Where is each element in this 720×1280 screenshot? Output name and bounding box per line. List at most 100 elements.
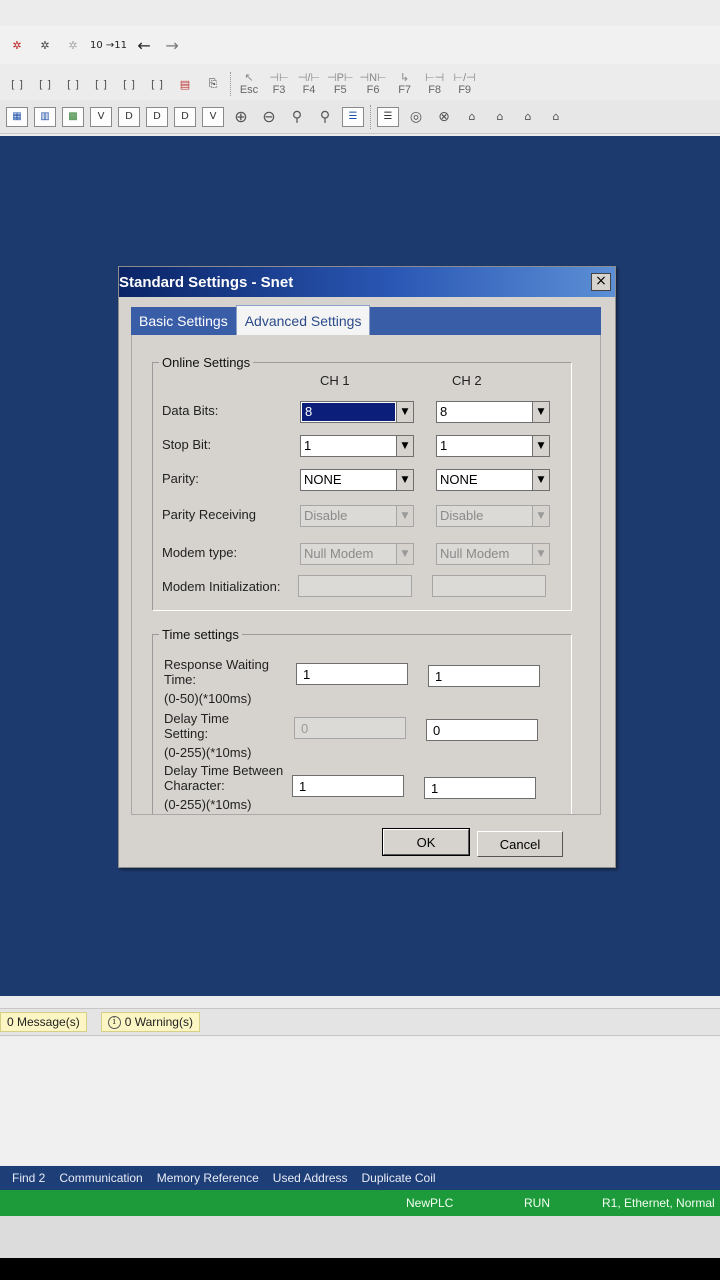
replace-icon[interactable]: ⚲: [314, 106, 336, 128]
dropdown-arrow-icon[interactable]: ▼: [396, 435, 414, 457]
toolbar-row-1: ✲ ✲ ✲ 10 →11 ← →: [0, 26, 720, 64]
contact-button-4[interactable]: [ ]: [90, 73, 112, 95]
modem-type-ch2-select: Null Modem ▼: [436, 543, 550, 565]
contact-button-2[interactable]: [ ]: [34, 73, 56, 95]
parity-receiving-ch2-value: Disable: [440, 508, 484, 523]
back-arrow-icon[interactable]: ←: [133, 34, 155, 56]
toolbar-separator: [370, 104, 371, 129]
delay-between-ch1-input[interactable]: [292, 775, 404, 797]
ok-button[interactable]: OK: [382, 828, 470, 856]
editor-workspace: Standard Settings - Snet × Basic Setting…: [0, 136, 720, 996]
warnings-filter[interactable]: i 0 Warning(s): [100, 1012, 200, 1032]
dropdown-arrow-icon: ▼: [532, 505, 550, 527]
fkey-esc[interactable]: ↖ Esc: [237, 72, 261, 96]
parity-label: Parity:: [162, 471, 199, 486]
contact-button-1[interactable]: [ ]: [6, 73, 28, 95]
parity-ch1-value: NONE: [304, 472, 342, 487]
time-settings-legend: Time settings: [162, 627, 239, 642]
status-connection: R1, Ethernet, Normal: [602, 1196, 715, 1210]
bookmark-icon-4[interactable]: ⌂: [545, 106, 567, 128]
fkey-f3[interactable]: ⊣⊢ F3: [267, 72, 291, 96]
bookmark-icon-2[interactable]: ⌂: [489, 106, 511, 128]
document-icon[interactable]: ☰: [377, 106, 399, 127]
modem-init-label: Modem Initialization:: [162, 579, 281, 594]
view-vd-icon[interactable]: V: [202, 106, 224, 127]
fkey-f8[interactable]: ⊢⊣ F8: [423, 72, 447, 96]
delay-time-label: Delay Time Setting: (0-255)(*10ms): [164, 711, 251, 760]
breakpoint-icon[interactable]: ◎: [405, 106, 427, 128]
dialog-title: Standard Settings - Snet: [119, 273, 294, 291]
tab-memory-reference[interactable]: Memory Reference: [157, 1171, 259, 1185]
dropdown-arrow-icon[interactable]: ▼: [396, 401, 414, 423]
dropdown-arrow-icon[interactable]: ▼: [532, 401, 550, 423]
toolbar-row-2: [ ] [ ] [ ] [ ] [ ] [ ] ▤ ⎘ ↖ Esc ⊣⊢ F3 ⊣/…: [0, 66, 720, 102]
forward-arrow-icon[interactable]: →: [161, 34, 183, 56]
properties-icon[interactable]: ☰: [342, 106, 364, 127]
messages-count: 0 Message(s): [7, 1015, 80, 1029]
response-waiting-ch1-input[interactable]: [296, 663, 408, 685]
delay-time-ch2-input[interactable]: [426, 719, 538, 741]
view-dv-icon[interactable]: D: [146, 106, 168, 127]
cancel-button[interactable]: Cancel: [477, 831, 563, 857]
variable-view-icon[interactable]: ▦: [6, 106, 28, 127]
stop-bit-ch2-value: 1: [440, 438, 448, 453]
data-bits-ch2-value: 8: [440, 404, 448, 419]
response-waiting-label-line2: Time:: [164, 672, 197, 687]
stop-bit-ch2-select[interactable]: 1 ▼: [436, 435, 550, 457]
data-bits-ch1-select[interactable]: 8 ▼: [300, 401, 414, 423]
data-bits-ch2-select[interactable]: 8 ▼: [436, 401, 550, 423]
dropdown-arrow-icon[interactable]: ▼: [532, 469, 550, 491]
tab-basic-settings[interactable]: Basic Settings: [131, 307, 236, 335]
function-block-icon[interactable]: ▤: [174, 73, 196, 95]
parity-receiving-label: Parity Receiving: [162, 507, 256, 522]
contact-button-6[interactable]: [ ]: [146, 73, 168, 95]
fkey-f9[interactable]: ⊢/⊣ F9: [453, 72, 477, 96]
fkey-symbol: ⊢⊣: [425, 72, 445, 84]
view-dc-icon[interactable]: D: [174, 106, 196, 127]
contact-button-5[interactable]: [ ]: [118, 73, 140, 95]
tab-communication[interactable]: Communication: [59, 1171, 142, 1185]
stop-bit-ch1-select[interactable]: 1 ▼: [300, 435, 414, 457]
comment-icon[interactable]: ⎘: [202, 73, 224, 95]
dropdown-arrow-icon[interactable]: ▼: [396, 469, 414, 491]
parity-ch1-select[interactable]: NONE ▼: [300, 469, 414, 491]
online-settings-legend: Online Settings: [162, 355, 251, 370]
fkey-f4[interactable]: ⊣/⊢ F4: [297, 72, 321, 96]
fkey-f7[interactable]: ↳ F7: [393, 72, 417, 96]
fkey-f6[interactable]: ⊣N⊢ F6: [360, 72, 387, 96]
tab-used-address[interactable]: Used Address: [273, 1171, 348, 1185]
clear-breakpoint-icon[interactable]: ⊗: [433, 106, 455, 128]
response-waiting-ch2-input[interactable]: [428, 665, 540, 687]
device-monitor-icon[interactable]: ▥: [34, 106, 56, 127]
close-button[interactable]: ×: [591, 273, 611, 291]
tab-duplicate-coil[interactable]: Duplicate Coil: [362, 1171, 436, 1185]
monitor-pause-icon[interactable]: ✲: [62, 34, 84, 56]
zoom-out-icon[interactable]: ⊖: [258, 106, 280, 128]
bookmark-icon-1[interactable]: ⌂: [461, 106, 483, 128]
fkey-label: F7: [398, 84, 412, 96]
bookmark-icon-3[interactable]: ⌂: [517, 106, 539, 128]
taskbar-area: [0, 1216, 720, 1258]
dropdown-arrow-icon[interactable]: ▼: [532, 435, 550, 457]
line-number-button[interactable]: 10 →11: [90, 34, 127, 56]
messages-filter[interactable]: 0 Message(s): [0, 1012, 87, 1032]
modem-type-ch2-value: Null Modem: [440, 546, 510, 561]
modem-init-ch1-field: [298, 575, 412, 597]
tab-find-2[interactable]: Find 2: [12, 1171, 45, 1185]
message-bar: 0 Message(s) i 0 Warning(s): [0, 1008, 720, 1036]
monitor-stop-icon[interactable]: ✲: [34, 34, 56, 56]
delay-between-ch2-input[interactable]: [424, 777, 536, 799]
response-waiting-label-line1: Response Waiting: [164, 657, 270, 672]
view-d-icon[interactable]: D: [118, 106, 140, 127]
fkey-label: F5: [333, 84, 347, 96]
contact-button-3[interactable]: [ ]: [62, 73, 84, 95]
fkey-f5[interactable]: ⊣P⊢ F5: [327, 72, 354, 96]
dialog-titlebar[interactable]: Standard Settings - Snet ×: [119, 267, 615, 297]
monitor-start-icon[interactable]: ✲: [6, 34, 28, 56]
find-icon[interactable]: ⚲: [286, 106, 308, 128]
view-v-icon[interactable]: V: [90, 106, 112, 127]
zoom-in-icon[interactable]: ⊕: [230, 106, 252, 128]
parity-ch2-select[interactable]: NONE ▼: [436, 469, 550, 491]
tab-advanced-settings[interactable]: Advanced Settings: [235, 305, 371, 335]
trend-monitor-icon[interactable]: ▩: [62, 106, 84, 127]
